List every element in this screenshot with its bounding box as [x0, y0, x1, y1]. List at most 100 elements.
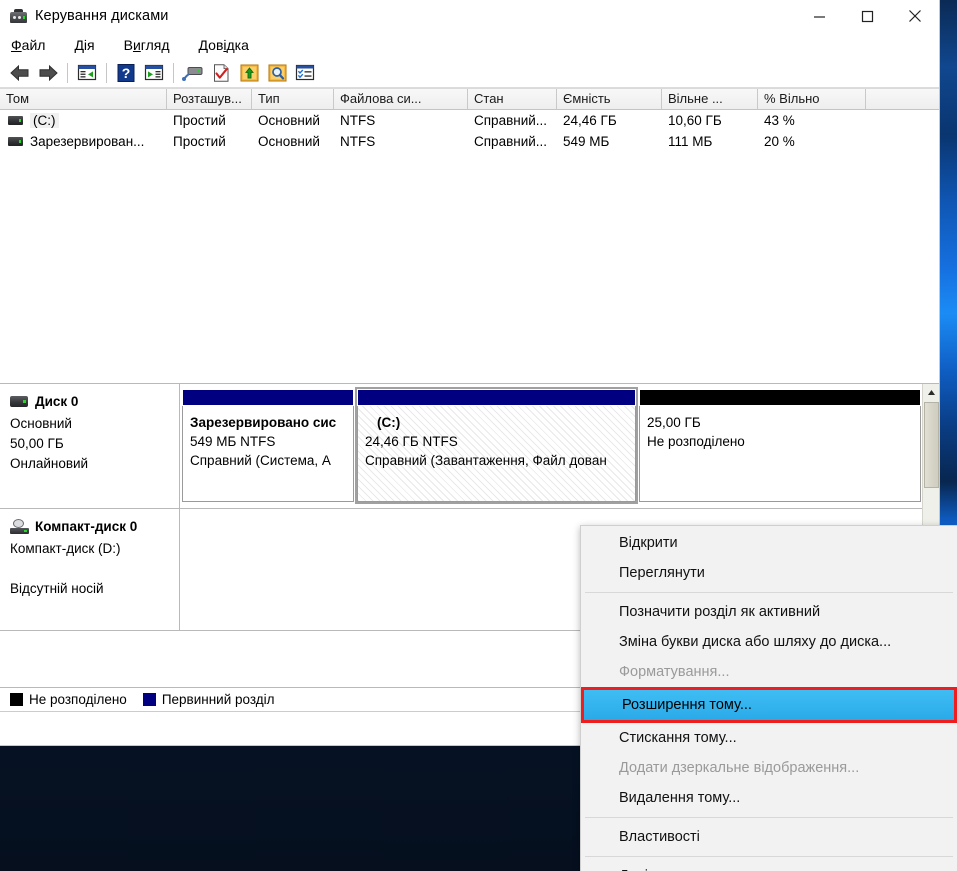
partition-label: (C:): [377, 415, 401, 430]
context-menu-item-change-drive-letter[interactable]: Зміна букви диска або шляху до диска...: [581, 627, 957, 657]
context-menu-item-delete-volume[interactable]: Видалення тому...: [581, 783, 957, 813]
disk0-partitions: Зарезервировано сис 549 МБ NTFS Справний…: [180, 384, 922, 508]
context-menu-separator: [585, 817, 953, 818]
minimize-icon[interactable]: [795, 0, 843, 32]
disk0-info-panel[interactable]: Диск 0 Основний 50,00 ГБ Онлайновий: [0, 384, 180, 508]
disk0-name: Диск 0: [35, 394, 79, 409]
partition-color-bar: [357, 389, 636, 406]
cell-filesystem: NTFS: [340, 113, 376, 128]
cell-percent-free: 20 %: [764, 134, 795, 149]
context-menu-item-properties[interactable]: Властивості: [581, 822, 957, 852]
column-header-capacity[interactable]: Ємність: [557, 89, 662, 109]
cell-volume-label: (C:): [30, 113, 59, 128]
examine-icon[interactable]: [263, 60, 291, 86]
context-menu-item-help[interactable]: Довідка: [581, 861, 957, 871]
cdrom0-type: Компакт-диск (D:): [10, 541, 121, 556]
context-menu-separator: [585, 856, 953, 857]
cell-status: Справний...: [474, 134, 548, 149]
partition-c-drive-body: (C:) 24,46 ГБ NTFS Справний (Завантаженн…: [357, 406, 636, 502]
cell-free-space: 111 МБ: [668, 134, 713, 149]
cell-filesystem: NTFS: [340, 134, 376, 149]
cdrom0-status: Відсутній носій: [10, 581, 104, 596]
partition-unallocated[interactable]: 25,00 ГБ Не розподілено: [639, 389, 921, 502]
cell-type: Основний: [258, 113, 320, 128]
column-header-filesystem[interactable]: Файлова си...: [334, 89, 468, 109]
cell-free-space: 10,60 ГБ: [668, 113, 722, 128]
context-menu-item-shrink-volume[interactable]: Стискання тому...: [581, 723, 957, 753]
scroll-up-icon[interactable]: [923, 384, 939, 401]
toolbar-separator: [106, 62, 107, 83]
legend-label-unallocated: Не розподілено: [29, 692, 127, 707]
show-hide-action-pane-icon[interactable]: [140, 60, 168, 86]
partition-label: Зарезервировано сис: [190, 415, 337, 430]
extend-volume-icon[interactable]: [235, 60, 263, 86]
properties-icon[interactable]: [291, 60, 319, 86]
partition-size: 549 МБ NTFS: [190, 434, 276, 449]
context-menu-annotation-box: Розширення тому...: [581, 687, 957, 723]
column-header-spare[interactable]: [866, 89, 939, 109]
context-menu-item-format: Форматування...: [619, 664, 730, 680]
context-menu-item-add-mirror: Додати дзеркальне відображення...: [619, 760, 860, 776]
disk-row-disk0[interactable]: Диск 0 Основний 50,00 ГБ Онлайновий Заре…: [0, 384, 922, 509]
volume-disk-icon: [8, 137, 23, 146]
cdrom0-info-panel[interactable]: Компакт-диск 0 Компакт-диск (D:) Відсутн…: [0, 509, 180, 630]
column-header-percent-free[interactable]: % Вільно: [758, 89, 866, 109]
cell-volume[interactable]: (C:): [0, 113, 167, 128]
partition-system-reserved-body: Зарезервировано сис 549 МБ NTFS Справний…: [182, 406, 354, 502]
menu-action[interactable]: Дія: [74, 35, 105, 55]
cell-type: Основний: [258, 134, 320, 149]
context-menu-item-explore[interactable]: Переглянути: [581, 558, 957, 588]
cell-percent-free: 43 %: [764, 113, 795, 128]
cell-capacity: 549 МБ: [563, 134, 610, 149]
check-volume-icon[interactable]: [207, 60, 235, 86]
table-row[interactable]: (C:) Простий Основний NTFS Справний... 2…: [0, 110, 939, 131]
menu-file-label: айл: [21, 37, 46, 53]
partition-system-reserved[interactable]: Зарезервировано сис 549 МБ NTFS Справний…: [182, 389, 354, 502]
svg-text:?: ?: [122, 65, 131, 81]
menu-help[interactable]: Довідка: [199, 35, 260, 55]
partition-c-drive[interactable]: (C:) 24,46 ГБ NTFS Справний (Завантаженн…: [355, 387, 638, 504]
column-header-volume[interactable]: Том: [0, 89, 167, 109]
column-header-free-space[interactable]: Вільне ...: [662, 89, 758, 109]
hard-disk-icon: [10, 396, 28, 407]
cell-layout: Простий: [173, 113, 226, 128]
close-icon[interactable]: [891, 0, 939, 32]
volume-disk-icon: [8, 116, 23, 125]
disk0-type: Основний: [10, 416, 72, 431]
help-icon[interactable]: ?: [112, 60, 140, 86]
table-row[interactable]: Зарезервирован... Простий Основний NTFS …: [0, 131, 939, 152]
column-header-layout[interactable]: Розташув...: [167, 89, 252, 109]
cell-volume-label: Зарезервирован...: [30, 134, 145, 149]
column-header-status[interactable]: Стан: [468, 89, 557, 109]
window-title: Керування дисками: [35, 8, 169, 24]
menu-file[interactable]: Файл: [11, 35, 56, 55]
toolbar-separator: [67, 62, 68, 83]
context-menu-item-mark-active[interactable]: Позначити розділ як активний: [581, 597, 957, 627]
maximize-icon[interactable]: [843, 0, 891, 32]
back-arrow-icon[interactable]: [6, 60, 34, 86]
forward-arrow-icon[interactable]: [34, 60, 62, 86]
show-hide-console-tree-icon[interactable]: [73, 60, 101, 86]
menu-view[interactable]: Вигляд: [124, 35, 181, 55]
cdrom0-title: Компакт-диск 0: [10, 519, 179, 534]
primary-partition-swatch: [142, 693, 156, 706]
partition-color-bar: [639, 389, 921, 406]
partition-unallocated-body: 25,00 ГБ Не розподілено: [639, 406, 921, 502]
scrollbar-thumb[interactable]: [924, 402, 939, 488]
context-menu-item-open[interactable]: Відкрити: [581, 528, 957, 558]
legend-label-primary: Первинний розділ: [161, 692, 275, 707]
cdrom0-name: Компакт-диск 0: [35, 519, 138, 534]
cell-volume[interactable]: Зарезервирован...: [0, 134, 167, 149]
legend-item-unallocated: Не розподілено: [10, 692, 127, 707]
disk-management-icon: [10, 8, 27, 24]
volume-list-header: Том Розташув... Тип Файлова си... Стан Є…: [0, 88, 939, 110]
disk0-size: 50,00 ГБ: [10, 436, 64, 451]
disk0-status: Онлайновий: [10, 456, 89, 471]
rescan-disks-icon[interactable]: [179, 60, 207, 86]
context-menu-item-extend-volume[interactable]: Розширення тому...: [584, 690, 954, 720]
context-menu-separator: [585, 592, 953, 593]
menu-bar: Файл Дія Вигляд Довідка: [0, 32, 939, 58]
partition-status: Справний (Завантаження, Файл дован: [365, 453, 607, 468]
column-header-type[interactable]: Тип: [252, 89, 334, 109]
unallocated-swatch: [10, 693, 23, 706]
